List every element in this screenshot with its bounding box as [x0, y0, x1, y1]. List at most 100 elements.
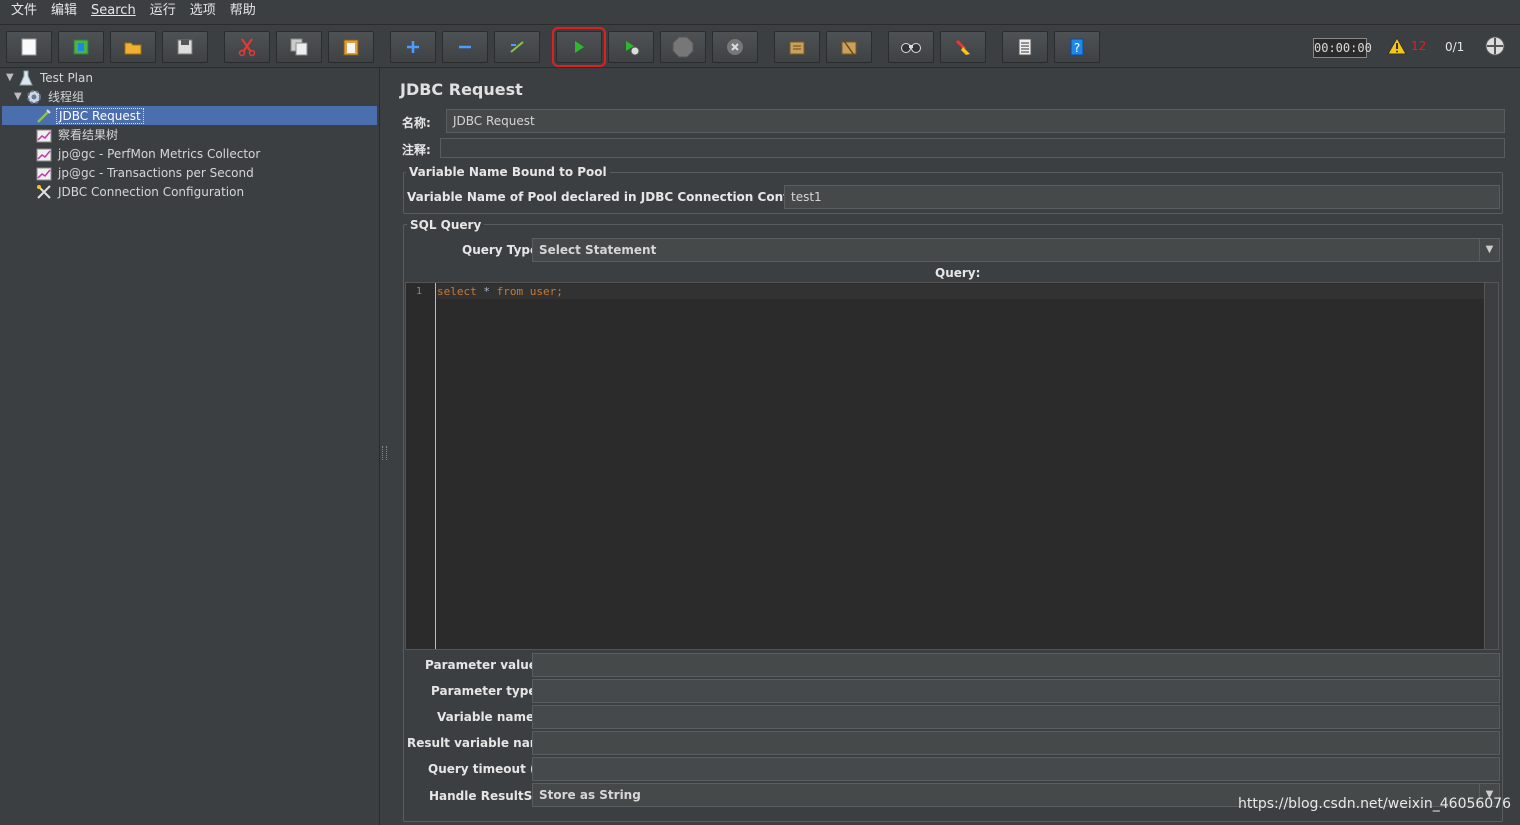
menu-edit[interactable]: 编辑: [44, 0, 84, 22]
menu-run[interactable]: 运行: [143, 0, 183, 22]
collapse-button[interactable]: [442, 31, 488, 63]
tree-item-results-tree[interactable]: 察看结果树: [36, 125, 366, 144]
menu-file[interactable]: 文件: [4, 0, 44, 22]
listener-icon: [36, 165, 52, 181]
search-button[interactable]: [888, 31, 934, 63]
toggle-button[interactable]: [494, 31, 540, 63]
expand-button[interactable]: [390, 31, 436, 63]
open-icon: [124, 42, 142, 55]
remote-status[interactable]: [1484, 35, 1506, 60]
tree-item-jdbc-request[interactable]: JDBC Request: [2, 106, 377, 125]
parameter-values-field[interactable]: [532, 653, 1500, 677]
config-icon: [36, 184, 52, 200]
splitter-grip[interactable]: [382, 446, 387, 460]
clear-all-icon: [955, 39, 970, 55]
listener-icon: [36, 127, 52, 143]
line-gutter: 1: [406, 283, 436, 649]
test-plan-tree: ▼ Test Plan ▼ 线程组 JDBC Request 察看结果树 jp@…: [0, 68, 380, 825]
parameter-types-label: Parameter types:: [431, 684, 549, 698]
tree-item-label: 线程组: [48, 90, 85, 104]
function-helper-icon: [1018, 38, 1032, 56]
tree-item-tps[interactable]: jp@gc - Transactions per Second: [36, 163, 366, 182]
thread-ratio: 0/1: [1445, 40, 1465, 54]
query-type-value: Select Statement: [539, 243, 657, 257]
shutdown-button[interactable]: [712, 31, 758, 63]
page-title: JDBC Request: [400, 80, 523, 99]
new-button[interactable]: [6, 31, 52, 63]
sql-group-title: SQL Query: [407, 218, 485, 232]
tree-item-test-plan[interactable]: ▼ Test Plan: [6, 68, 376, 87]
comment-field[interactable]: [440, 138, 1505, 158]
start-no-pauses-button[interactable]: [608, 31, 654, 63]
stop-button[interactable]: [660, 31, 706, 63]
tree-item-label: 察看结果树: [58, 128, 119, 142]
tree-item-jdbc-config[interactable]: JDBC Connection Configuration: [36, 182, 366, 201]
toolbar: ? 00:00:00 12 0/1: [0, 24, 1520, 68]
query-label: Query:: [935, 266, 981, 280]
line-number: 1: [416, 286, 423, 297]
query-editor[interactable]: 1 select * from user;: [405, 282, 1499, 650]
editor-scrollbar[interactable]: [1484, 283, 1498, 649]
cut-button[interactable]: [224, 31, 270, 63]
code-line[interactable]: select * from user;: [436, 284, 1484, 299]
query-type-select[interactable]: Select Statement ▼: [532, 238, 1500, 262]
remote-stop-icon: [841, 40, 857, 56]
collapse-icon: [459, 45, 471, 49]
templates-button[interactable]: [58, 31, 104, 63]
variable-names-field[interactable]: [532, 705, 1500, 729]
keyword-select: select: [437, 285, 477, 298]
tree-item-label: jp@gc - Transactions per Second: [58, 165, 254, 180]
menu-options[interactable]: 选项: [183, 0, 223, 22]
result-variable-field[interactable]: [532, 731, 1500, 755]
handle-resultset-value: Store as String: [539, 788, 641, 802]
search-icon: [901, 43, 921, 53]
name-field[interactable]: JDBC Request: [446, 109, 1505, 133]
templates-icon: [73, 39, 89, 55]
pool-name-field[interactable]: test1: [784, 185, 1500, 209]
watermark: https://blog.csdn.net/weixin_46056076: [1238, 796, 1512, 812]
menu-help[interactable]: 帮助: [223, 0, 263, 22]
help-icon: ?: [1070, 38, 1084, 56]
variable-names-label: Variable names:: [437, 710, 547, 724]
start-icon: [575, 41, 584, 53]
keyword-from: from: [496, 285, 524, 298]
test-plan-icon: [18, 70, 34, 86]
tree-item-label: jp@gc - PerfMon Metrics Collector: [58, 146, 261, 161]
expand-arrow-icon[interactable]: ▼: [6, 72, 16, 83]
svg-text:?: ?: [1074, 41, 1080, 55]
function-helper-button[interactable]: [1002, 31, 1048, 63]
panel-splitter[interactable]: [380, 68, 389, 825]
remote-start-button[interactable]: [774, 31, 820, 63]
thread-group-icon: [26, 89, 42, 105]
remote-start-icon: [789, 41, 805, 55]
remote-stop-button[interactable]: [826, 31, 872, 63]
tree-item-thread-group[interactable]: ▼ 线程组: [14, 87, 374, 106]
query-type-label: Query Type:: [462, 243, 543, 257]
warning-indicator[interactable]: 12: [1387, 37, 1426, 55]
sampler-icon: [36, 108, 52, 124]
jdbc-request-panel: JDBC Request 名称: JDBC Request 注释: Variab…: [389, 68, 1520, 825]
tree-item-label: Test Plan: [40, 70, 93, 85]
pool-group-title: Variable Name Bound to Pool: [406, 165, 610, 179]
save-button[interactable]: [162, 31, 208, 63]
expand-icon: [407, 41, 419, 53]
help-button[interactable]: ?: [1054, 31, 1100, 63]
chevron-down-icon[interactable]: ▼: [1479, 239, 1499, 261]
cut-icon: [238, 38, 256, 57]
copy-button[interactable]: [276, 31, 322, 63]
comment-label: 注释:: [402, 143, 431, 157]
toggle-icon: [510, 41, 524, 53]
expand-arrow-icon[interactable]: ▼: [14, 91, 24, 102]
query-timeout-field[interactable]: [532, 757, 1500, 781]
warning-icon: [1387, 37, 1407, 55]
open-button[interactable]: [110, 31, 156, 63]
menu-search[interactable]: Search: [84, 0, 143, 22]
paste-button[interactable]: [328, 31, 374, 63]
tree-item-label: JDBC Connection Configuration: [58, 184, 245, 199]
parameter-types-field[interactable]: [532, 679, 1500, 703]
start-button[interactable]: [552, 27, 606, 67]
clear-all-button[interactable]: [940, 31, 986, 63]
stop-icon: [672, 36, 694, 58]
tree-item-perfmon[interactable]: jp@gc - PerfMon Metrics Collector: [36, 144, 366, 163]
code-star: *: [476, 285, 497, 298]
